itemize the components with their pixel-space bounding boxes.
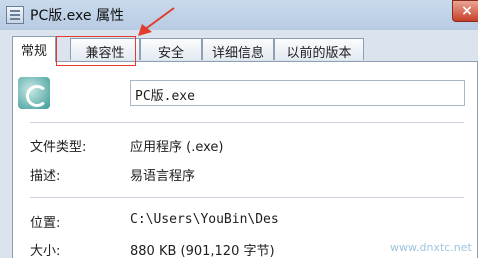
divider — [30, 122, 464, 123]
close-button[interactable]: × — [452, 0, 478, 22]
tab-general[interactable]: 常规 — [12, 36, 56, 62]
description-label: 描述: — [30, 169, 61, 184]
tab-security[interactable]: 安全 — [140, 38, 202, 61]
size-value: 880 KB (901,120 字节) — [130, 244, 275, 258]
app-file-icon — [18, 77, 50, 109]
location-label: 位置: — [30, 216, 61, 231]
file-type-label: 文件类型: — [30, 140, 87, 155]
site-watermark: www.dnxtc.net — [390, 241, 472, 254]
location-value: C:\Users\YouBin\Des — [130, 212, 279, 227]
highlight-box — [56, 36, 136, 66]
size-label: 大小: — [30, 244, 61, 258]
divider — [30, 197, 464, 198]
annotation-arrow — [138, 7, 175, 36]
description-value: 易语言程序 — [130, 169, 196, 184]
file-type-value: 应用程序 (.exe) — [130, 140, 224, 155]
title-bar: PC版.exe 属性 × — [0, 0, 478, 30]
tab-details[interactable]: 详细信息 — [202, 38, 274, 61]
file-name-field[interactable]: PC版.exe — [130, 80, 465, 106]
tab-previous-versions[interactable]: 以前的版本 — [274, 38, 364, 61]
file-properties-icon — [6, 6, 24, 24]
window-title: PC版.exe 属性 — [30, 8, 124, 24]
